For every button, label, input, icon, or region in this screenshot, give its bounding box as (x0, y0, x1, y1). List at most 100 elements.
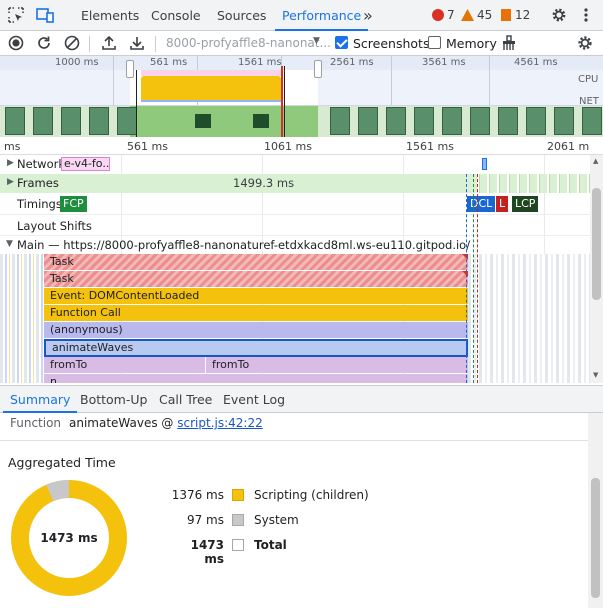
scroll-up-arrow-icon[interactable]: ▲ (593, 157, 598, 165)
cpu-scripting-area (141, 76, 281, 102)
download-icon[interactable] (128, 34, 146, 52)
function-value: animateWaves @ script.js:42:22 (69, 416, 263, 430)
issues-count: 12 (515, 8, 531, 22)
screenshot-thumb[interactable] (117, 107, 137, 135)
dcl-marker[interactable]: DCL (467, 196, 496, 212)
details-tabs: Summary Bottom-Up Call Tree Event Log (0, 385, 603, 413)
tab-summary[interactable]: Summary (3, 386, 78, 413)
performance-toolbar: 8000-profyaffle8-nanonat... ▼ Screenshot… (0, 31, 603, 56)
cpu-loading-area (141, 100, 281, 102)
screenshot-thumb[interactable] (582, 107, 602, 135)
animate-waves-bar[interactable]: animateWaves (44, 339, 468, 357)
flame-chart[interactable]: ▶ Network e-v4-fo... ▶ Frames 1499.3 ms … (0, 155, 590, 383)
n-bar[interactable]: n (44, 374, 468, 383)
fromto-bar[interactable]: fromTo (206, 357, 468, 373)
cpu-label: CPU (578, 74, 599, 85)
issues-badge[interactable]: 12 (501, 8, 530, 23)
load-marker-line (477, 174, 478, 383)
tab-call-tree[interactable]: Call Tree (159, 386, 212, 413)
screenshot-thumb[interactable] (33, 107, 53, 135)
overview-window-left-handle[interactable] (126, 60, 134, 78)
main-track-label: Main — https://8000-profyaffle8-nanonatu… (17, 238, 471, 252)
layout-shifts-track[interactable]: Layout Shifts (0, 214, 590, 235)
fromto-bar[interactable]: fromTo (44, 357, 205, 373)
memory-checkbox[interactable] (428, 36, 441, 49)
settings-gear-icon[interactable] (551, 7, 567, 23)
function-source-link[interactable]: script.js:42:22 (177, 416, 262, 430)
lcp-marker[interactable]: LCP (512, 196, 539, 212)
scroll-thumb[interactable] (592, 188, 601, 300)
cpu-rendering-area (141, 70, 281, 76)
main-track-left-stripes (0, 254, 44, 383)
frames-track[interactable]: ▶ Frames 1499.3 ms (0, 174, 590, 193)
tab-event-log[interactable]: Event Log (223, 386, 285, 413)
record-icon[interactable] (7, 34, 25, 52)
expand-arrow-icon[interactable]: ▶ (7, 177, 14, 187)
load-marker[interactable]: L (496, 196, 509, 212)
tab-performance[interactable]: Performance (275, 0, 369, 31)
inspect-element-icon[interactable] (8, 7, 24, 23)
issues-icon (501, 9, 511, 21)
screenshot-thumb[interactable] (330, 107, 350, 135)
task-bar[interactable]: Task (44, 271, 468, 287)
scroll-down-arrow-icon[interactable]: ▼ (593, 371, 598, 379)
tab-elements[interactable]: Elements (81, 0, 139, 31)
more-options-icon[interactable] (583, 7, 589, 23)
task-bar[interactable]: Task (44, 254, 468, 270)
capture-settings-gear-icon[interactable] (576, 34, 594, 52)
flame-vertical-scrollbar[interactable]: ▲ ▼ (590, 155, 603, 383)
timings-track[interactable]: Timings FCP DCL L LCP (0, 193, 590, 214)
errors-badge[interactable]: 7 (432, 8, 455, 23)
total-label: Total (254, 538, 287, 552)
overview-marker-line (136, 70, 137, 137)
upload-icon[interactable] (100, 34, 118, 52)
screenshot-thumb[interactable] (195, 114, 211, 128)
aggregated-time-title: Aggregated Time (8, 455, 116, 470)
long-task-flag-icon (462, 254, 468, 260)
screenshot-thumb[interactable] (442, 107, 462, 135)
main-track-header[interactable]: ▼ Main — https://8000-profyaffle8-nanona… (0, 235, 590, 254)
function-label: Function (10, 416, 62, 430)
screenshot-thumb[interactable] (386, 107, 406, 135)
scroll-thumb[interactable] (591, 478, 600, 598)
screenshot-thumb[interactable] (498, 107, 518, 135)
screenshot-thumb[interactable] (5, 107, 25, 135)
event-bar[interactable]: Event: DOMContentLoaded (44, 288, 468, 304)
screenshot-thumb[interactable] (89, 107, 109, 135)
network-track-label: Network (17, 157, 66, 171)
network-track[interactable]: ▶ Network e-v4-fo... (0, 155, 590, 174)
device-toolbar-icon[interactable] (36, 7, 54, 23)
error-icon (432, 9, 444, 21)
overview-window-right-handle[interactable] (314, 60, 322, 78)
function-call-bar[interactable]: Function Call (44, 305, 468, 321)
recording-select[interactable]: 8000-profyaffle8-nanonat... ▼ (166, 36, 331, 50)
screenshots-checkbox[interactable] (335, 36, 348, 49)
ruler-tick: 561 ms (127, 140, 168, 153)
timeline-overview[interactable]: 1000 ms 561 ms 1561 ms 2561 ms 3561 ms 4… (0, 56, 603, 137)
network-request-bar[interactable]: e-v4-fo... (61, 157, 110, 171)
screenshot-thumb[interactable] (253, 114, 269, 128)
screenshot-thumb[interactable] (414, 107, 434, 135)
expand-arrow-icon[interactable]: ▶ (7, 158, 14, 168)
reload-record-icon[interactable] (35, 34, 53, 52)
screenshot-thumb[interactable] (470, 107, 490, 135)
warnings-badge[interactable]: 45 (461, 8, 492, 23)
network-request-bar[interactable] (482, 158, 487, 170)
collapse-arrow-icon[interactable]: ▼ (6, 239, 13, 249)
screenshot-thumb[interactable] (526, 107, 546, 135)
screenshot-thumb[interactable] (61, 107, 81, 135)
anonymous-bar[interactable]: (anonymous) (44, 322, 468, 338)
screenshot-thumb[interactable] (358, 107, 378, 135)
fcp-marker[interactable]: FCP (60, 196, 87, 212)
timeline-ruler: ms 561 ms 1061 ms 1561 ms 2061 m (0, 137, 603, 155)
system-label: System (254, 513, 299, 527)
layout-shifts-track-label: Layout Shifts (17, 219, 92, 233)
summary-vertical-scrollbar[interactable] (588, 413, 603, 608)
clear-icon[interactable] (63, 34, 81, 52)
tab-console[interactable]: Console (151, 0, 201, 31)
collect-garbage-icon[interactable] (500, 34, 518, 52)
tab-sources[interactable]: Sources (217, 0, 266, 31)
screenshot-thumb[interactable] (554, 107, 574, 135)
tab-bottom-up[interactable]: Bottom-Up (80, 386, 147, 413)
more-tabs-chevron-icon[interactable]: » (363, 0, 373, 31)
